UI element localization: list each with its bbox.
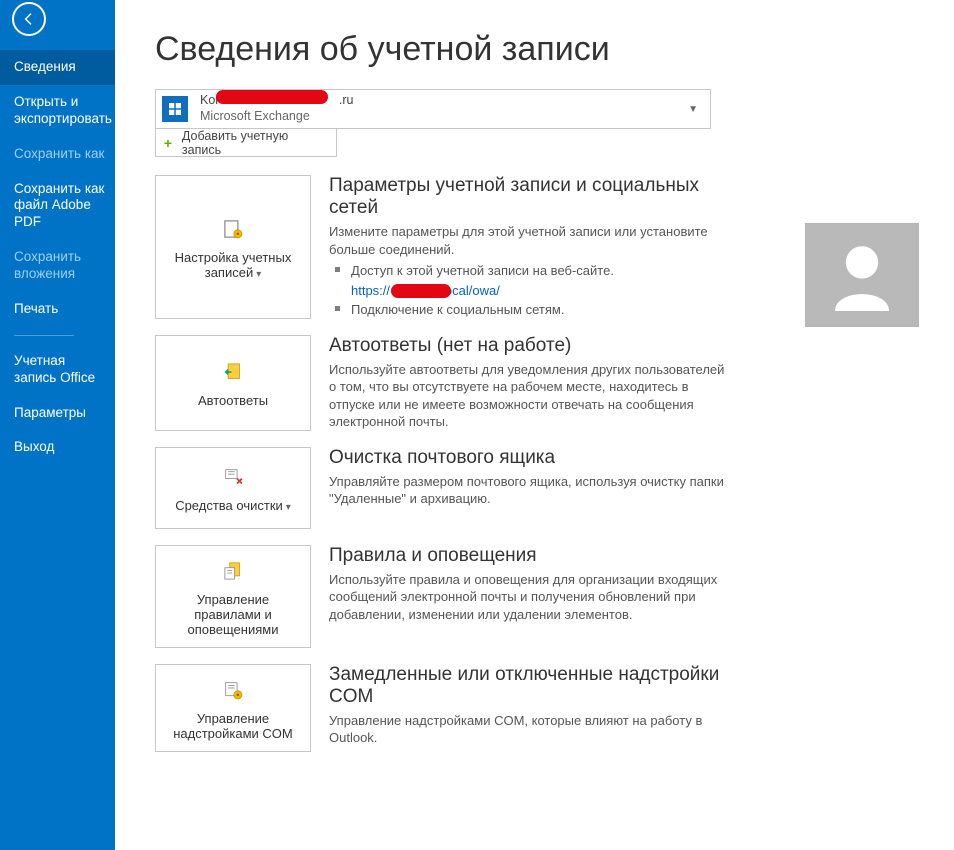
account-email-suffix: .ru xyxy=(339,93,354,107)
section-tile-4[interactable]: Управление надстройками COM xyxy=(155,664,311,752)
section-desc: Используйте правила и оповещения для орг… xyxy=(329,571,729,624)
avatar-placeholder xyxy=(805,223,919,327)
section-row-2: Средства очистки▾ Очистка почтового ящика… xyxy=(155,447,934,529)
redaction-mark xyxy=(391,284,451,298)
sidebar-item-0[interactable]: Сведения xyxy=(0,50,115,85)
back-button[interactable] xyxy=(12,2,46,36)
section-tile-2[interactable]: Средства очистки▾ xyxy=(155,447,311,529)
account-text: Kor xxxxxxxxxxxxxxxxxx .ru Microsoft Exc… xyxy=(200,93,688,124)
tile-label: Средства очистки▾ xyxy=(175,498,291,513)
tile-label: Управление правилами и оповещениями xyxy=(162,592,304,637)
section-body-2: Очистка почтового ящика Управляйте размер… xyxy=(329,447,729,529)
section-body-4: Замедленные или отключенные надстройки C… xyxy=(329,664,729,752)
tile-label: Управление надстройками COM xyxy=(162,711,304,741)
add-account-label: Добавить учетную запись xyxy=(182,129,330,157)
section-row-1: Автоответы Автоответы (нет на работе) Испо… xyxy=(155,335,934,431)
sidebar-item-5[interactable]: Печать xyxy=(0,292,115,327)
tile-icon xyxy=(220,675,246,705)
backstage-sidebar: СведенияОткрыть и экспортироватьСохранит… xyxy=(0,0,115,850)
tile-icon xyxy=(220,462,246,492)
section-title: Автоответы (нет на работе) xyxy=(329,335,729,357)
tile-icon xyxy=(220,214,246,244)
section-tile-0[interactable]: Настройка учетных записей▾ xyxy=(155,175,311,319)
section-body-3: Правила и оповещения Используйте правила … xyxy=(329,545,729,648)
page-title: Сведения об учетной записи xyxy=(155,30,934,69)
sidebar-item-3[interactable]: Сохранить как файл Adobe PDF xyxy=(0,172,115,241)
sidebar-list-secondary: Учетная запись OfficeПараметрыВыход xyxy=(0,344,115,466)
account-type: Microsoft Exchange xyxy=(200,109,688,125)
add-account-button[interactable]: + Добавить учетную запись xyxy=(155,129,337,157)
section-row-4: Управление надстройками COM Замедленные и… xyxy=(155,664,934,752)
chevron-down-icon: ▼ xyxy=(688,104,704,115)
section-desc: Управляйте размером почтового ящика, исп… xyxy=(329,473,729,508)
exchange-icon xyxy=(162,96,188,122)
sidebar-item2-2[interactable]: Выход xyxy=(0,430,115,465)
account-email: Kor xxxxxxxxxxxxxxxxxx .ru xyxy=(200,93,688,109)
account-selector[interactable]: Kor xxxxxxxxxxxxxxxxxx .ru Microsoft Exc… xyxy=(155,89,711,129)
section-title: Правила и оповещения xyxy=(329,545,729,567)
plus-icon: + xyxy=(162,137,174,149)
section-desc: Управление надстройками COM, которые вли… xyxy=(329,712,729,747)
redaction-mark xyxy=(216,90,328,104)
sidebar-item-4[interactable]: Сохранить вложения xyxy=(0,240,115,292)
tile-icon xyxy=(220,556,246,586)
bullet-1: Подключение к социальным сетям. xyxy=(329,301,729,319)
section-body-1: Автоответы (нет на работе) Используйте ав… xyxy=(329,335,729,431)
section-tile-3[interactable]: Управление правилами и оповещениями xyxy=(155,545,311,648)
arrow-left-icon xyxy=(21,11,37,27)
section-title: Замедленные или отключенные надстройки C… xyxy=(329,664,729,708)
section-tile-1[interactable]: Автоответы xyxy=(155,335,311,431)
bullet-0: Доступ к этой учетной записи на веб-сайт… xyxy=(329,262,729,280)
main-panel: Сведения об учетной записи Kor xxxxxxxxx… xyxy=(115,0,954,850)
sidebar-item-2[interactable]: Сохранить как xyxy=(0,137,115,172)
section-desc: Используйте автоответы для уведомления д… xyxy=(329,361,729,431)
tile-icon xyxy=(220,357,246,387)
tile-label: Автоответы xyxy=(198,393,268,408)
section-body-0: Параметры учетной записи и социальных се… xyxy=(329,175,729,319)
section-title: Очистка почтового ящика xyxy=(329,447,729,469)
sections-container: Настройка учетных записей▾ Параметры учет… xyxy=(155,175,934,752)
sidebar-item2-0[interactable]: Учетная запись Office xyxy=(0,344,115,396)
section-desc: Измените параметры для этой учетной запи… xyxy=(329,223,729,258)
section-row-0: Настройка учетных записей▾ Параметры учет… xyxy=(155,175,934,319)
sidebar-separator xyxy=(14,335,74,336)
section-title: Параметры учетной записи и социальных се… xyxy=(329,175,729,219)
sidebar-list: СведенияОткрыть и экспортироватьСохранит… xyxy=(0,50,115,327)
tile-label: Настройка учетных записей▾ xyxy=(162,250,304,280)
section-bullets: Доступ к этой учетной записи на веб-сайт… xyxy=(329,262,729,319)
sidebar-item2-1[interactable]: Параметры xyxy=(0,396,115,431)
sidebar-item-1[interactable]: Открыть и экспортировать xyxy=(0,85,115,137)
section-row-3: Управление правилами и оповещениями Прави… xyxy=(155,545,934,648)
owa-link-row: https://xxxxxxik.local/owa/ xyxy=(329,282,729,300)
